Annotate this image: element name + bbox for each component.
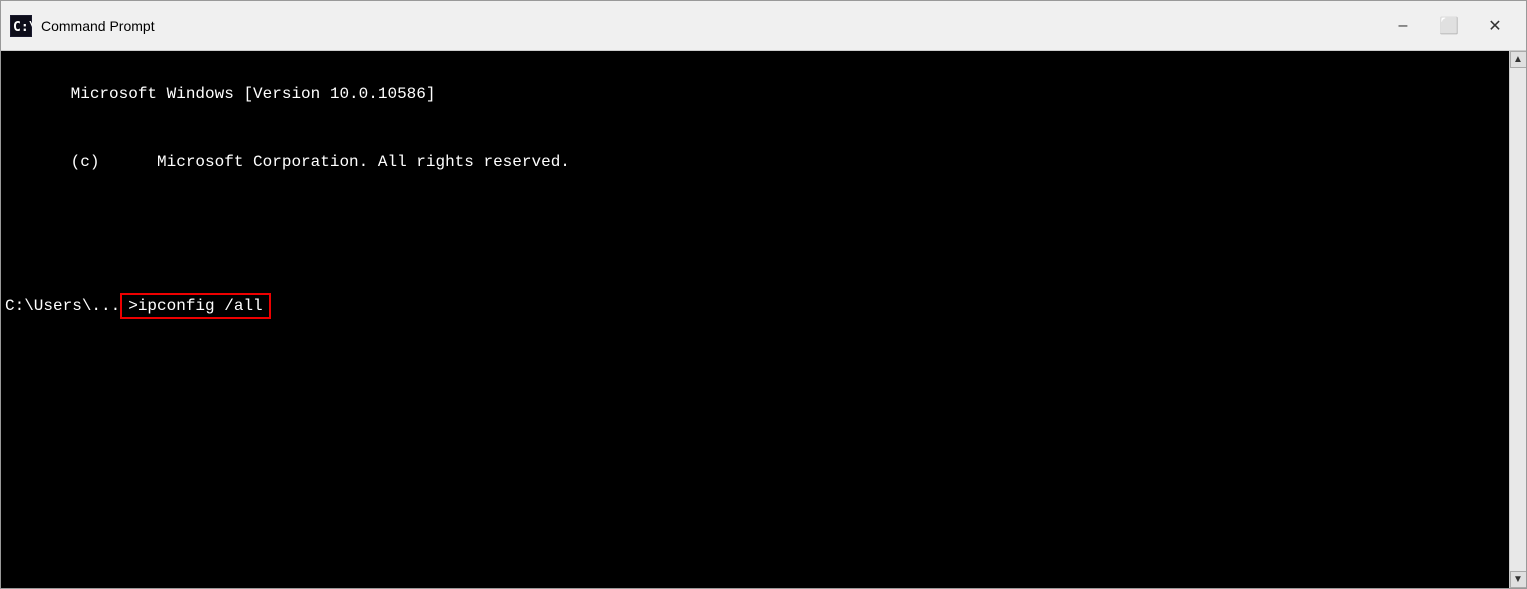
version-line: Microsoft Windows [Version 10.0.10586] (71, 85, 436, 103)
command-highlight-box: >ipconfig /all (120, 293, 270, 319)
prompt-text: C:\Users\... (5, 297, 120, 315)
svg-text:C:\: C:\ (13, 20, 32, 35)
terminal-body[interactable]: Microsoft Windows [Version 10.0.10586] (… (1, 51, 1526, 588)
scrollbar-track[interactable] (1510, 68, 1526, 571)
scrollbar[interactable]: ▲ ▼ (1509, 51, 1526, 588)
command-line: C:\Users\... >ipconfig /all (5, 293, 1522, 319)
copyright-line: (c) Microsoft Corporation. All rights re… (71, 153, 570, 171)
minimize-button[interactable]: – (1380, 1, 1426, 51)
window-controls: – ⬜ ✕ (1380, 1, 1518, 51)
command-text: >ipconfig /all (128, 297, 262, 315)
maximize-button[interactable]: ⬜ (1426, 1, 1472, 51)
terminal-output: Microsoft Windows [Version 10.0.10586] (… (5, 57, 1522, 289)
close-button[interactable]: ✕ (1472, 1, 1518, 51)
window-title: Command Prompt (41, 18, 1380, 34)
scroll-up-arrow[interactable]: ▲ (1510, 51, 1527, 68)
titlebar: C:\ Command Prompt – ⬜ ✕ (1, 1, 1526, 51)
cmd-icon: C:\ (9, 14, 33, 38)
cmd-window: C:\ Command Prompt – ⬜ ✕ Microsoft Windo… (0, 0, 1527, 589)
scroll-down-arrow[interactable]: ▼ (1510, 571, 1527, 588)
